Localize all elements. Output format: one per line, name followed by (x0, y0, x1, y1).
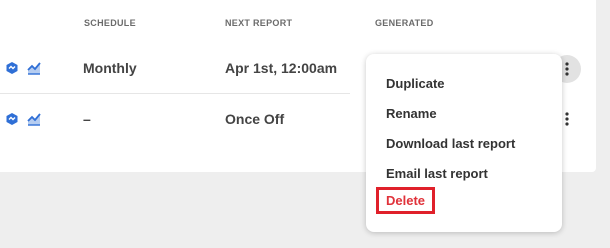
row-divider (0, 93, 350, 94)
menu-item-email-last-report[interactable]: Email last report (386, 166, 488, 181)
report-type-icon (5, 112, 19, 126)
schedule-cell: Monthly (83, 60, 137, 76)
chart-icon (27, 112, 41, 126)
next-report-cell: Once Off (225, 111, 285, 127)
more-vertical-icon (565, 62, 569, 76)
menu-item-download-last-report[interactable]: Download last report (386, 136, 515, 151)
menu-item-rename[interactable]: Rename (386, 106, 437, 121)
menu-item-delete[interactable]: Delete (376, 187, 436, 214)
header-generated: GENERATED (375, 18, 434, 28)
menu-item-duplicate[interactable]: Duplicate (386, 76, 445, 91)
header-next-report: NEXT REPORT (225, 18, 293, 28)
chart-icon (27, 61, 41, 75)
header-schedule: SCHEDULE (84, 18, 136, 28)
report-type-icon (5, 61, 19, 75)
schedule-cell: – (83, 111, 91, 127)
next-report-cell: Apr 1st, 12:00am (225, 60, 338, 76)
more-vertical-icon (565, 112, 569, 126)
